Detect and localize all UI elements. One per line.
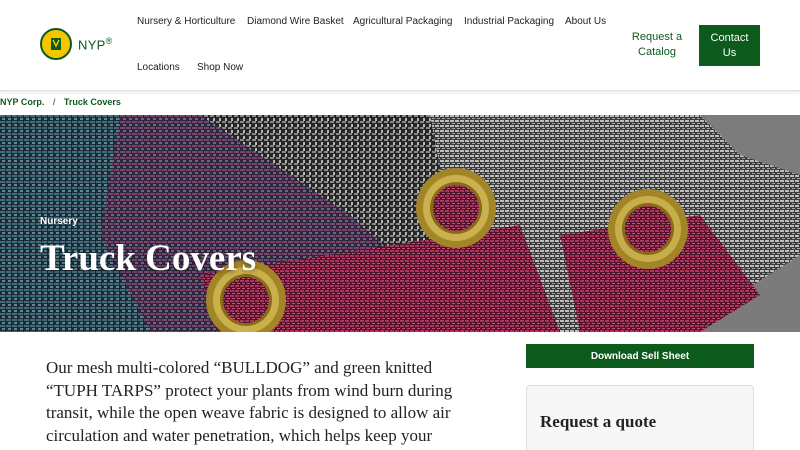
request-quote-title: Request a quote xyxy=(540,412,657,431)
page-title: Truck Covers xyxy=(40,238,257,279)
request-catalog-link[interactable]: Request a Catalog xyxy=(628,30,686,60)
contact-us-button[interactable]: Contact Us xyxy=(699,25,760,66)
site-logo[interactable]: NYP® xyxy=(40,28,113,60)
nav-agricultural-packaging[interactable]: Agricultural Packaging xyxy=(353,16,453,27)
hero-category: Nursery xyxy=(40,216,78,227)
nav-diamond-wire-basket[interactable]: Diamond Wire Basket xyxy=(247,16,344,27)
breadcrumb: NYP Corp. / Truck Covers xyxy=(0,97,121,107)
nav-shop-now[interactable]: Shop Now xyxy=(197,62,243,73)
hero-banner: Nursery Truck Covers xyxy=(0,115,800,332)
breadcrumb-separator: / xyxy=(52,97,56,107)
site-header: NYP® Nursery & Horticulture Diamond Wire… xyxy=(0,0,800,91)
nav-locations[interactable]: Locations xyxy=(137,62,180,73)
download-sell-sheet-button[interactable]: Download Sell Sheet xyxy=(526,344,754,368)
product-description: Our mesh multi-colored “BULLDOG” and gre… xyxy=(46,358,453,445)
nav-industrial-packaging[interactable]: Industrial Packaging xyxy=(464,16,554,27)
logo-text: NYP® xyxy=(78,35,113,53)
request-quote-card: Request a quote xyxy=(526,385,754,450)
hero-mesh-image xyxy=(0,115,800,332)
nyp-logo-icon xyxy=(40,28,72,60)
breadcrumb-current[interactable]: Truck Covers xyxy=(64,97,121,107)
breadcrumb-home-link[interactable]: NYP Corp. xyxy=(0,97,44,107)
nav-about-us[interactable]: About Us xyxy=(565,16,606,27)
nav-nursery-horticulture[interactable]: Nursery & Horticulture xyxy=(137,16,235,27)
